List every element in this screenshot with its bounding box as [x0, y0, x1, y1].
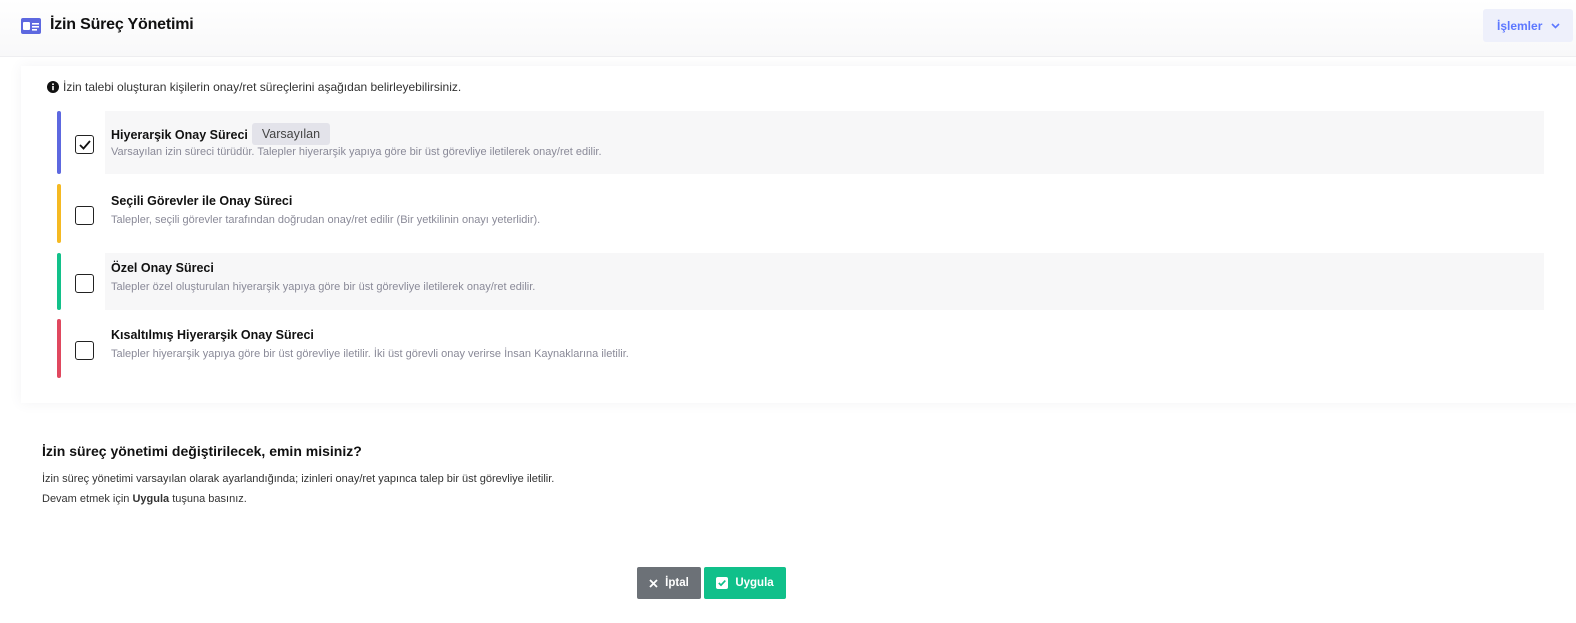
option-description: Talepler özel oluşturulan hiyerarşik yap…: [111, 281, 536, 293]
cancel-label: İptal: [665, 577, 689, 589]
info-icon: [47, 81, 59, 93]
option-description: Talepler hiyerarşik yapıya göre bir üst …: [111, 348, 629, 360]
check-square-icon: [716, 577, 729, 589]
actions-dropdown-button[interactable]: İşlemler: [1483, 9, 1573, 42]
option-title: Özel Onay Süreci: [111, 261, 214, 275]
option-title: Kısaltılmış Hiyerarşik Onay Süreci: [111, 328, 314, 342]
option-description: Varsayılan izin süreci türüdür. Talepler…: [111, 146, 602, 158]
option-hierarchical[interactable]: Hiyerarşik Onay Süreci Varsayılan Varsay…: [57, 111, 1544, 174]
option-checkbox[interactable]: [75, 341, 94, 360]
info-text: İzin talebi oluşturan kişilerin onay/ret…: [63, 80, 462, 94]
option-title: Hiyerarşik Onay Süreci Varsayılan: [111, 123, 331, 145]
option-title: Seçili Görevler ile Onay Süreci: [111, 194, 293, 208]
option-checkbox[interactable]: [75, 274, 94, 293]
actions-label: İşlemler: [1497, 18, 1543, 33]
default-badge: Varsayılan: [251, 123, 331, 145]
option-checkbox[interactable]: [75, 135, 94, 154]
apply-label: Uygula: [735, 577, 774, 589]
option-selected-roles[interactable]: Seçili Görevler ile Onay Süreci Talepler…: [57, 184, 1544, 243]
checkmark-icon: [78, 139, 91, 150]
chevron-down-icon: [1551, 22, 1560, 29]
id-card-icon: [21, 18, 41, 34]
close-icon: [649, 578, 658, 588]
confirm-line-1: İzin süreç yönetimi varsayılan olarak ay…: [42, 473, 555, 485]
option-color-bar: [57, 253, 61, 310]
confirm-line-2: Devam etmek için Uygula tuşuna basınız.: [42, 493, 247, 505]
option-color-bar: [57, 184, 61, 243]
cancel-button[interactable]: İptal: [637, 567, 701, 599]
option-color-bar: [57, 111, 61, 174]
page-header: İzin Süreç Yönetimi İşlemler: [0, 0, 1576, 57]
apply-button[interactable]: Uygula: [704, 567, 786, 599]
option-shortened-hierarchical[interactable]: Kısaltılmış Hiyerarşik Onay Süreci Talep…: [57, 319, 1544, 378]
confirm-title: İzin süreç yönetimi değiştirilecek, emin…: [42, 443, 362, 459]
option-description: Talepler, seçili görevler tarafından doğ…: [111, 214, 541, 226]
page-title: İzin Süreç Yönetimi: [50, 16, 194, 33]
option-checkbox[interactable]: [75, 206, 94, 225]
option-color-bar: [57, 319, 61, 378]
info-message: İzin talebi oluşturan kişilerin onay/ret…: [47, 80, 461, 94]
option-custom[interactable]: Özel Onay Süreci Talepler özel oluşturul…: [57, 253, 1544, 310]
